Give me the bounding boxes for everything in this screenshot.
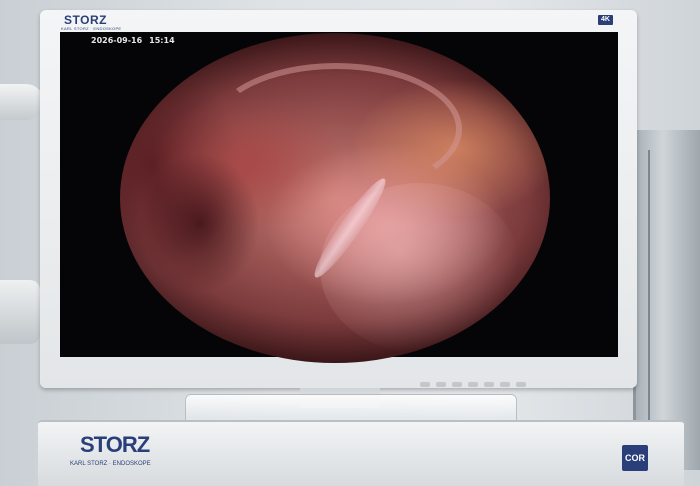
monitor-button[interactable]: [484, 382, 494, 387]
monitor-button[interactable]: [452, 382, 462, 387]
power-button[interactable]: [516, 382, 526, 387]
osd-timestamp: 2026-09-16 15:14: [91, 36, 182, 45]
osd-time: 15:14: [149, 36, 175, 45]
dark-cavity: [140, 153, 260, 293]
tissue-fold: [320, 183, 520, 353]
resolution-badge: 4K: [598, 15, 613, 25]
monitor-control-buttons: [420, 374, 532, 392]
cart-brand-logo: STORZ: [80, 432, 150, 457]
surgical-lamp-arm: [0, 84, 44, 120]
monitor-brand-logo: STORZ: [64, 13, 107, 27]
endoscope-view: [120, 33, 550, 363]
cart-brand-subtitle: KARL STORZ · ENDOSKOPE: [70, 461, 151, 467]
monitor-button[interactable]: [436, 382, 446, 387]
cor-badge: COR: [622, 445, 648, 471]
cabinet-edge: [648, 150, 650, 450]
medical-cabinet: [633, 130, 700, 470]
monitor-brand-subtitle: KARL STORZ · ENDOSKOPE: [61, 26, 122, 31]
osd-date: 2026-09-16: [91, 36, 143, 45]
surgical-lamp-arm-lower: [0, 280, 40, 344]
tissue-fold: [210, 63, 462, 195]
monitor-button[interactable]: [468, 382, 478, 387]
monitor-button[interactable]: [420, 382, 430, 387]
monitor-button[interactable]: [500, 382, 510, 387]
